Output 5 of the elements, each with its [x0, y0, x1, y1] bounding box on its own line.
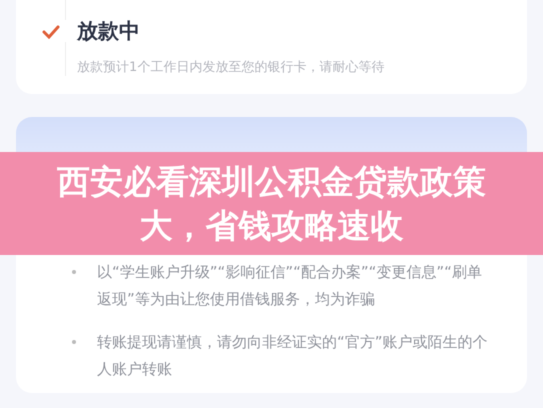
- step-description: 放款预计1个工作日内发放至您的银行卡，请耐心等待: [77, 58, 386, 76]
- notice-item: 转账提现请谨慎，请勿向非经证实的“官方”账户或陌生的个人账户转账: [97, 332, 489, 380]
- notice-item: 以“学生账户升级”“影响征信”“配合办案”“变更信息”“刷单返现”等为由让您使用借钱服务，均为诈骗: [97, 262, 483, 310]
- step-title: 放款中: [77, 18, 140, 45]
- banner-title: 西安必看深圳公积金贷款政策大，省钱攻略速收: [56, 160, 487, 246]
